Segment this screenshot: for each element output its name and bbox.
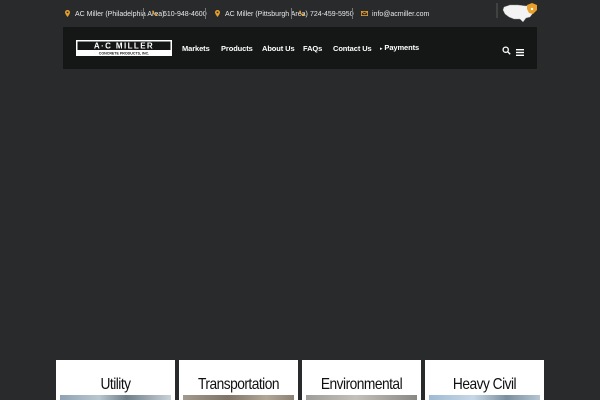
logo-subtitle: CONCRETE PRODUCTS, INC. xyxy=(99,51,150,55)
card-image xyxy=(60,395,171,400)
card-utility[interactable]: Utility xyxy=(56,360,175,400)
card-transportation[interactable]: Transportation xyxy=(179,360,298,400)
envelope-icon xyxy=(361,10,368,18)
hamburger-menu-icon[interactable] xyxy=(516,43,524,61)
card-heavy-civil[interactable]: Heavy Civil xyxy=(425,360,544,400)
nav-faqs[interactable]: FAQs xyxy=(303,44,322,53)
philadelphia-phone[interactable]: 610-948-4600 xyxy=(152,9,207,19)
phone-icon xyxy=(299,10,305,18)
acmiller-logo[interactable]: A·C MILLER CONCRETE PRODUCTS, INC. xyxy=(76,40,172,56)
main-navbar: A·C MILLER CONCRETE PRODUCTS, INC. Marke… xyxy=(63,27,537,69)
pittsburgh-location[interactable]: AC Miller (Pittsburgh Area) xyxy=(214,9,308,19)
logo-wordmark: A·C MILLER xyxy=(94,42,154,51)
search-icon[interactable] xyxy=(502,42,511,60)
philadelphia-location[interactable]: AC Miller (Philadelphia Area) xyxy=(64,9,164,19)
divider xyxy=(352,8,353,19)
card-environmental[interactable]: Environmental xyxy=(302,360,421,400)
divider xyxy=(205,8,206,19)
market-cards: Utility Transportation Environmental Hea… xyxy=(0,360,600,400)
divider xyxy=(291,8,292,19)
map-pin-icon xyxy=(214,9,220,19)
nav-payments[interactable]: ▸ Payments xyxy=(380,43,419,52)
caret-right-icon: ▸ xyxy=(380,46,383,52)
card-title: Heavy Civil xyxy=(452,376,517,393)
email-address: info@acmiller.com xyxy=(372,10,430,18)
card-image xyxy=(306,395,417,400)
divider xyxy=(143,8,144,19)
phone-icon xyxy=(152,10,158,18)
top-info-bar: AC Miller (Philadelphia Area) 610-948-46… xyxy=(0,0,600,26)
card-image xyxy=(183,395,294,400)
nav-payments-label: Payments xyxy=(384,43,420,52)
pittsburgh-location-label: AC Miller (Pittsburgh Area) xyxy=(225,10,308,18)
pittsburgh-phone-number: 724-459-5950 xyxy=(310,10,354,18)
card-title: Utility xyxy=(100,376,131,393)
philadelphia-phone-number: 610-948-4600 xyxy=(163,10,207,18)
card-title: Transportation xyxy=(197,376,280,393)
nav-markets[interactable]: Markets xyxy=(182,44,210,53)
card-image xyxy=(429,395,540,400)
nav-products[interactable]: Products xyxy=(221,44,253,53)
email-link[interactable]: info@acmiller.com xyxy=(361,9,429,19)
nav-contact-us[interactable]: Contact Us xyxy=(333,44,372,53)
card-title: Environmental xyxy=(320,376,403,393)
us-map-graphic[interactable] xyxy=(496,0,542,26)
nav-about-us[interactable]: About Us xyxy=(262,44,295,53)
pittsburgh-phone[interactable]: 724-459-5950 xyxy=(299,9,354,19)
map-pin-icon xyxy=(64,9,70,19)
